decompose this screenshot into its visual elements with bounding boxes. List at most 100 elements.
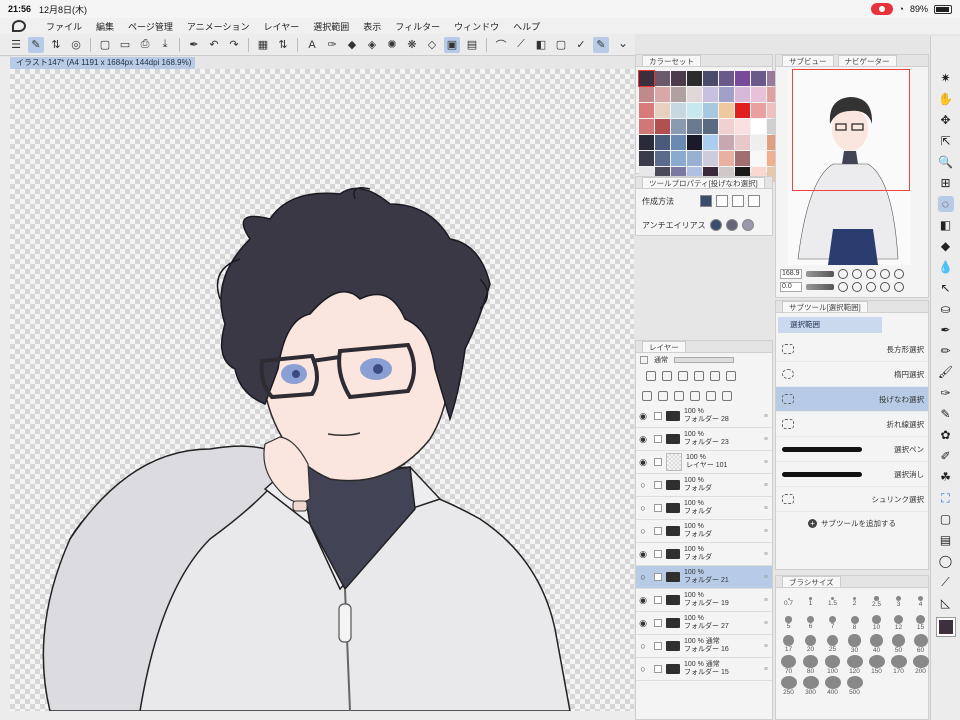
undo-icon[interactable]: ↶ xyxy=(206,37,222,53)
subtool-item[interactable]: 長方形選択 xyxy=(776,337,928,362)
zoom-out-icon[interactable] xyxy=(838,269,848,279)
color-swatch[interactable] xyxy=(687,103,702,118)
color-swatch[interactable] xyxy=(687,135,702,150)
layer-checkbox[interactable] xyxy=(654,573,662,581)
lock-icon[interactable] xyxy=(694,371,704,381)
canvas[interactable] xyxy=(10,69,634,711)
color-swatch[interactable] xyxy=(703,103,718,118)
merge-icon[interactable] xyxy=(690,391,700,401)
eye-icon[interactable]: ○ xyxy=(636,572,650,582)
color-swatch[interactable] xyxy=(703,87,718,102)
sparkle-tool-icon[interactable]: ✷ xyxy=(938,70,954,86)
draft-icon[interactable] xyxy=(678,371,688,381)
balloon-tool-icon[interactable]: ◯ xyxy=(938,553,954,569)
layer-menu-icon[interactable]: ≡ xyxy=(764,528,768,535)
color-swatch[interactable] xyxy=(735,119,750,134)
layer-checkbox[interactable] xyxy=(654,550,662,558)
layer-checkbox[interactable] xyxy=(654,504,662,512)
pen-icon[interactable]: ✑ xyxy=(324,37,340,53)
mode-subtract-icon[interactable] xyxy=(732,195,744,207)
mode-new-icon[interactable] xyxy=(700,195,712,207)
layer-checkbox[interactable] xyxy=(654,458,662,466)
select-rect-icon[interactable]: ▣ xyxy=(444,36,460,53)
ruler-tool-icon[interactable]: ⟋ xyxy=(938,574,954,590)
menu-filter[interactable]: フィルター xyxy=(395,20,440,33)
color-swatch[interactable] xyxy=(671,151,686,166)
gradient-tool-icon[interactable]: ▤ xyxy=(938,532,954,548)
hand-tool-icon[interactable]: ✋ xyxy=(938,91,954,107)
subtool-item[interactable]: シュリンク選択 xyxy=(776,487,928,512)
actual-size-icon[interactable] xyxy=(894,269,904,279)
brush-icon[interactable]: ✎ xyxy=(593,36,609,53)
blend-mode[interactable]: 通常 xyxy=(654,355,668,365)
color-swatch[interactable] xyxy=(655,87,670,102)
brush-size-cell[interactable]: 170 xyxy=(888,655,909,675)
gradient-icon[interactable]: ◧ xyxy=(533,37,549,53)
brush-size-cell[interactable]: 300 xyxy=(800,676,821,696)
layer-menu-icon[interactable]: ≡ xyxy=(764,551,768,558)
subtool-item[interactable]: 楕円選択 xyxy=(776,362,928,387)
subview-tab[interactable]: サブビュー xyxy=(782,55,834,66)
color-swatch[interactable] xyxy=(703,151,718,166)
eye-icon[interactable]: ◉ xyxy=(636,549,650,560)
aa-none-icon[interactable] xyxy=(709,219,722,231)
drop-tool-icon[interactable]: 💧 xyxy=(938,259,954,275)
brush-tool-icon[interactable]: 🖌 xyxy=(938,364,954,380)
color-swatch[interactable] xyxy=(639,135,654,150)
layer-checkbox[interactable] xyxy=(654,435,662,443)
color-swatch[interactable] xyxy=(639,87,654,102)
fill-tool-icon[interactable]: ◆ xyxy=(938,238,954,254)
brush-size-cell[interactable]: 17 xyxy=(778,634,799,654)
bucket-icon[interactable]: ◇ xyxy=(424,37,440,53)
layer-menu-icon[interactable]: ≡ xyxy=(764,505,768,512)
layer-menu-icon[interactable]: ≡ xyxy=(764,436,768,443)
aa-mid-icon[interactable] xyxy=(741,219,754,231)
color-swatch[interactable] xyxy=(751,87,766,102)
flip-v-icon[interactable] xyxy=(894,282,904,292)
brush-size-cell[interactable]: 25 xyxy=(822,634,843,654)
brush-size-tab[interactable]: ブラシサイズ xyxy=(782,576,841,587)
menu-window[interactable]: ウィンドウ xyxy=(454,20,499,33)
pen-select-icon[interactable]: ✎ xyxy=(28,36,44,53)
color-swatch[interactable] xyxy=(655,103,670,118)
navigator-tab[interactable]: ナビゲーター xyxy=(837,55,897,66)
layer-row[interactable]: ◉ 100 % フォルダー 27 ≡ xyxy=(636,612,772,635)
check-icon[interactable]: ✓ xyxy=(573,37,589,53)
zoom-tool-icon[interactable]: 🔍 xyxy=(938,154,954,170)
frame-icon[interactable]: ▢ xyxy=(553,37,569,53)
layer-checkbox[interactable] xyxy=(654,527,662,535)
layer-row[interactable]: ○ 100 % フォルダ ≡ xyxy=(636,497,772,520)
brush-size-cell[interactable]: 500 xyxy=(844,676,865,696)
blend-tool-icon[interactable]: ☘ xyxy=(938,469,954,485)
brush-size-cell[interactable]: 7 xyxy=(822,613,843,633)
color-swatch[interactable] xyxy=(671,103,686,118)
rotate-slider[interactable] xyxy=(806,284,834,290)
select-color-icon[interactable] xyxy=(726,371,736,381)
aa-weak-icon[interactable] xyxy=(725,219,738,231)
brush-size-cell[interactable]: 1 xyxy=(800,592,821,612)
eye-icon[interactable]: ○ xyxy=(636,641,650,651)
lasso-tool-icon[interactable]: ◌ xyxy=(937,196,954,212)
eye-icon[interactable]: ◉ xyxy=(636,595,650,606)
text-icon[interactable]: A xyxy=(304,37,320,53)
eye-icon[interactable]: ○ xyxy=(636,480,650,490)
color-swatch[interactable] xyxy=(638,70,655,87)
layer-row[interactable]: ○ 100 % フォルダ ≡ xyxy=(636,520,772,543)
sparkle-icon[interactable]: ❋ xyxy=(404,37,420,53)
brush-size-cell[interactable]: 50 xyxy=(888,634,909,654)
zoom-value[interactable]: 168.9 xyxy=(780,269,802,279)
navigator-view-frame[interactable] xyxy=(792,69,910,191)
color-swatch[interactable] xyxy=(719,119,734,134)
brush-size-cell[interactable]: 70 xyxy=(778,655,799,675)
color-swatch[interactable] xyxy=(687,119,702,134)
open-folder-icon[interactable]: ▭ xyxy=(117,37,133,53)
color-swatch[interactable] xyxy=(751,71,766,86)
eye-icon[interactable]: ◉ xyxy=(636,434,650,445)
brush-size-cell[interactable]: 40 xyxy=(866,634,887,654)
color-swatch[interactable] xyxy=(719,87,734,102)
color-swatch[interactable] xyxy=(655,71,670,86)
main-color-chip[interactable] xyxy=(935,617,956,637)
color-swatch[interactable] xyxy=(703,135,718,150)
menu-file[interactable]: ファイル xyxy=(46,20,82,33)
color-swatch[interactable] xyxy=(671,135,686,150)
